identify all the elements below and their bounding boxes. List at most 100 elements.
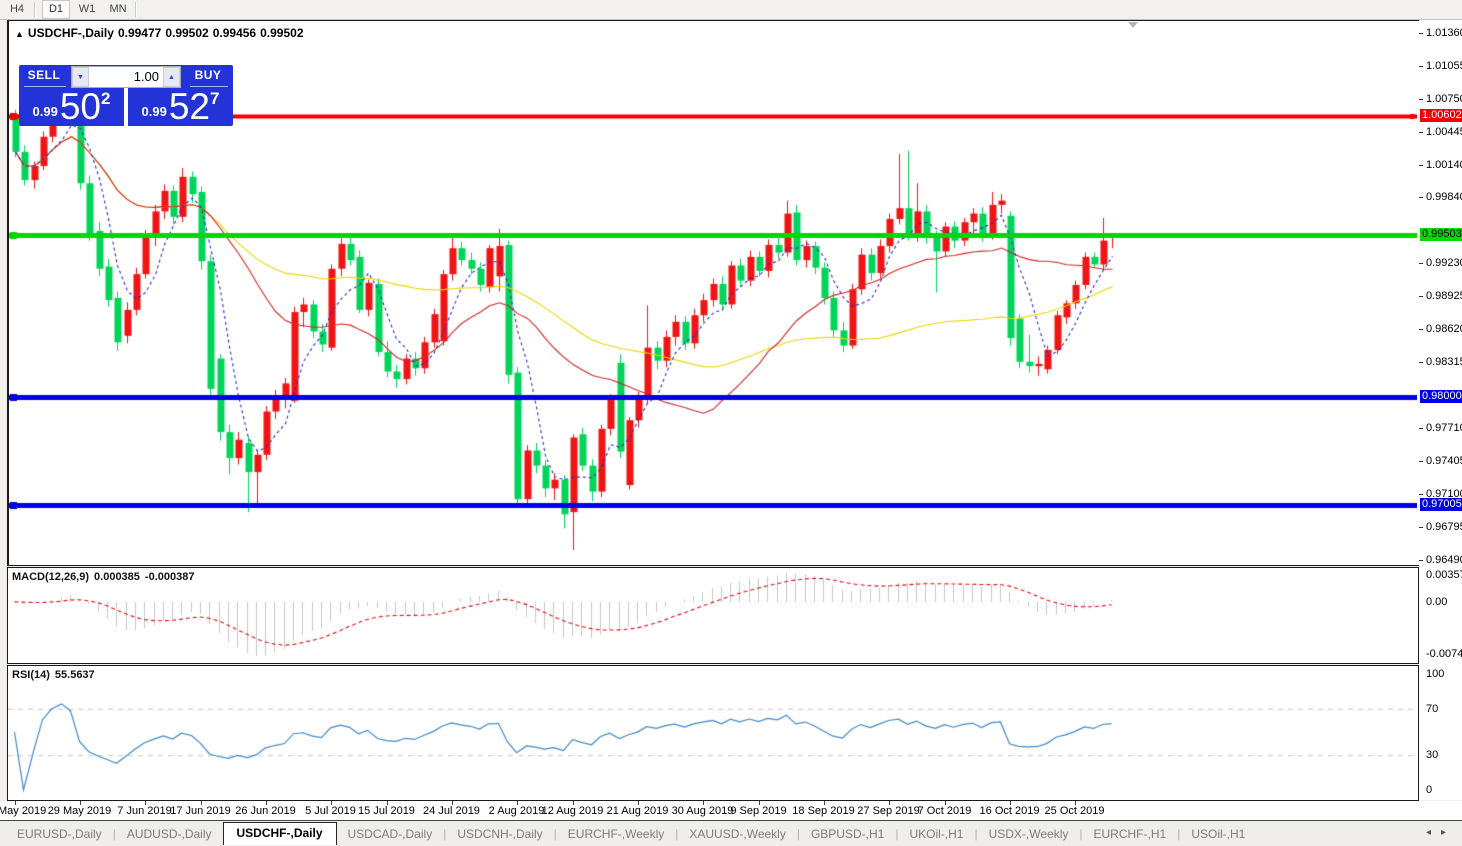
macd-axis-label: 0.00: [1426, 596, 1447, 608]
timeframe-button-h4[interactable]: H4: [3, 0, 31, 19]
tab-ukoil-h1[interactable]: UKOil-,H1: [898, 824, 974, 844]
price-tick-label: 1.00140: [1426, 159, 1462, 171]
price-tick-label: 1.01360: [1426, 27, 1462, 39]
price-tick-label: 1.00750: [1426, 93, 1462, 105]
price-tick-label: 0.97710: [1426, 422, 1462, 434]
price-tick-label: 1.01055: [1426, 60, 1462, 72]
tab-usdchf-daily[interactable]: USDCHF-,Daily: [223, 822, 337, 845]
volume-decrease-button[interactable]: ▼: [72, 67, 89, 87]
timeframe-toolbar: H4 D1W1MN: [0, 0, 1462, 20]
date-label: 25 Oct 2019: [1035, 805, 1115, 817]
price-tick-dash: [1419, 165, 1423, 166]
buy-price-big: 52: [169, 87, 210, 126]
rsi-axis-label: 100: [1426, 668, 1444, 680]
tab-scroll-arrows[interactable]: ◂▸: [1426, 827, 1456, 838]
price-level-tag: 0.98000: [1420, 390, 1462, 403]
price-tick-dash: [1419, 296, 1423, 297]
chart-tabs-bar: EURUSD-,Daily|AUDUSD-,DailyUSDCHF-,Daily…: [0, 820, 1462, 846]
price-tick-label: 0.98315: [1426, 356, 1462, 368]
tab-eurchf-h1[interactable]: EURCHF-,H1: [1083, 824, 1178, 844]
buy-price-sup: 7: [210, 89, 219, 109]
mt4-window: H4D1W1MN ▲USDCHF-,Daily0.994770.995020.9…: [0, 0, 1462, 846]
macd-panel: MACD(12,26,9)0.000385-0.000387: [7, 567, 1419, 664]
one-click-trading-widget: SELL BUY ▼ ▲ 0.99 50 2 0.99 52 7: [19, 65, 233, 126]
price-tick-dash: [1419, 560, 1423, 561]
price-tick-dash: [1419, 263, 1423, 264]
tab-eurusd-daily[interactable]: EURUSD-,Daily: [6, 824, 113, 844]
buy-button[interactable]: BUY: [183, 65, 233, 86]
ohlc-low: 0.99456: [213, 26, 256, 40]
rsi-axis-label: 30: [1426, 749, 1438, 761]
price-chart-panel: ▲USDCHF-,Daily0.994770.995020.994560.995…: [7, 20, 1420, 566]
sell-price-display[interactable]: 0.99 50 2: [19, 87, 124, 126]
macd-axis-label: -0.00749: [1426, 648, 1462, 660]
price-tick-dash: [1419, 494, 1423, 495]
timeframe-button-w1[interactable]: W1: [73, 0, 101, 19]
price-level-tag: 0.99503: [1420, 228, 1462, 241]
price-tick-dash: [1419, 99, 1423, 100]
tab-xauusd-weekly[interactable]: XAUUSD-,Weekly: [678, 824, 796, 844]
rsi-name: RSI(14): [12, 669, 50, 681]
tab-usdcad-daily[interactable]: USDCAD-,Daily: [337, 824, 444, 844]
ohlc-open: 0.99477: [118, 26, 161, 40]
rsi-panel: RSI(14)55.5637: [7, 665, 1419, 801]
price-tick-label: 0.98925: [1426, 290, 1462, 302]
timeframe-button-mn[interactable]: MN: [104, 0, 132, 19]
price-tick-label: 0.97405: [1426, 455, 1462, 467]
chart-shift-marker[interactable]: [1128, 22, 1138, 28]
price-level-tag: 0.97005: [1420, 498, 1462, 511]
macd-value-main: 0.000385: [94, 571, 140, 583]
rsi-axis-label: 70: [1426, 703, 1438, 715]
price-tick-label: 1.00445: [1426, 126, 1462, 138]
price-axis[interactable]: 1.01360 1.01055 1.00750 1.00445 1.00140 0.998…: [1419, 20, 1462, 800]
price-tick-label: 0.96490: [1426, 554, 1462, 566]
price-tick-dash: [1419, 527, 1423, 528]
tab-usdx-weekly[interactable]: USDX-,Weekly: [978, 824, 1080, 844]
timeframe-button-d1[interactable]: D1: [42, 0, 70, 19]
price-tick-dash: [1419, 197, 1423, 198]
tab-gbpusd-h1[interactable]: GBPUSD-,H1: [800, 824, 895, 844]
ohlc-high: 0.99502: [165, 26, 208, 40]
sell-price-sup: 2: [101, 89, 110, 109]
price-panel-divider: [124, 87, 128, 126]
price-tick-dash: [1419, 33, 1423, 34]
tab-usoil-h1[interactable]: USOil-,H1: [1180, 824, 1256, 844]
price-tick-dash: [1419, 329, 1423, 330]
sell-price-big: 50: [60, 87, 101, 126]
volume-input[interactable]: [89, 67, 163, 85]
date-axis[interactable]: 20 May 201929 May 20197 Jun 201917 Jun 2…: [0, 801, 1462, 821]
rsi-axis-label: 0: [1426, 784, 1432, 796]
chart-title: ▲ USDCHF-,Daily 0.99477 0.99502 0.99456 0.995…: [15, 26, 308, 40]
price-tick-dash: [1419, 362, 1423, 363]
macd-canvas[interactable]: [8, 568, 1416, 661]
tab-scroll-left-icon[interactable]: ◂: [1426, 827, 1441, 838]
tab-audusd-daily[interactable]: AUDUSD-,Daily: [116, 824, 223, 844]
rsi-label: RSI(14)55.5637: [12, 669, 100, 681]
price-tick-label: 0.99840: [1426, 191, 1462, 203]
price-level-tag: 1.00602: [1420, 109, 1462, 122]
rsi-canvas[interactable]: [8, 666, 1416, 798]
price-tick-label: 0.99230: [1426, 257, 1462, 269]
volume-increase-button[interactable]: ▲: [163, 67, 180, 87]
tab-scroll-right-icon[interactable]: ▸: [1441, 827, 1456, 838]
tab-eurchf-weekly[interactable]: EURCHF-,Weekly: [557, 824, 675, 844]
chart-tabs: EURUSD-,Daily|AUDUSD-,DailyUSDCHF-,Daily…: [6, 824, 1256, 845]
collapse-arrow-icon[interactable]: ▲: [15, 29, 24, 39]
price-tick-dash: [1419, 461, 1423, 462]
price-tick-dash: [1419, 132, 1423, 133]
symbol-name: USDCHF-,Daily: [28, 26, 114, 40]
macd-name: MACD(12,26,9): [12, 571, 89, 583]
buy-price-display[interactable]: 0.99 52 7: [128, 87, 233, 126]
sell-button[interactable]: SELL: [19, 65, 69, 86]
sell-price-prefix: 0.99: [33, 104, 58, 119]
toolbar-separator: [135, 2, 137, 17]
tab-usdcnh-daily[interactable]: USDCNH-,Daily: [446, 824, 553, 844]
price-tick-dash: [1419, 428, 1423, 429]
price-tick-dash: [1419, 66, 1423, 67]
toolbar-separator: [34, 2, 36, 17]
price-tick-label: 0.98620: [1426, 323, 1462, 335]
macd-axis-label: 0.003574: [1426, 569, 1462, 581]
ohlc-close: 0.99502: [260, 26, 303, 40]
price-tick-label: 0.96795: [1426, 521, 1462, 533]
volume-control: ▼ ▲: [71, 66, 181, 88]
